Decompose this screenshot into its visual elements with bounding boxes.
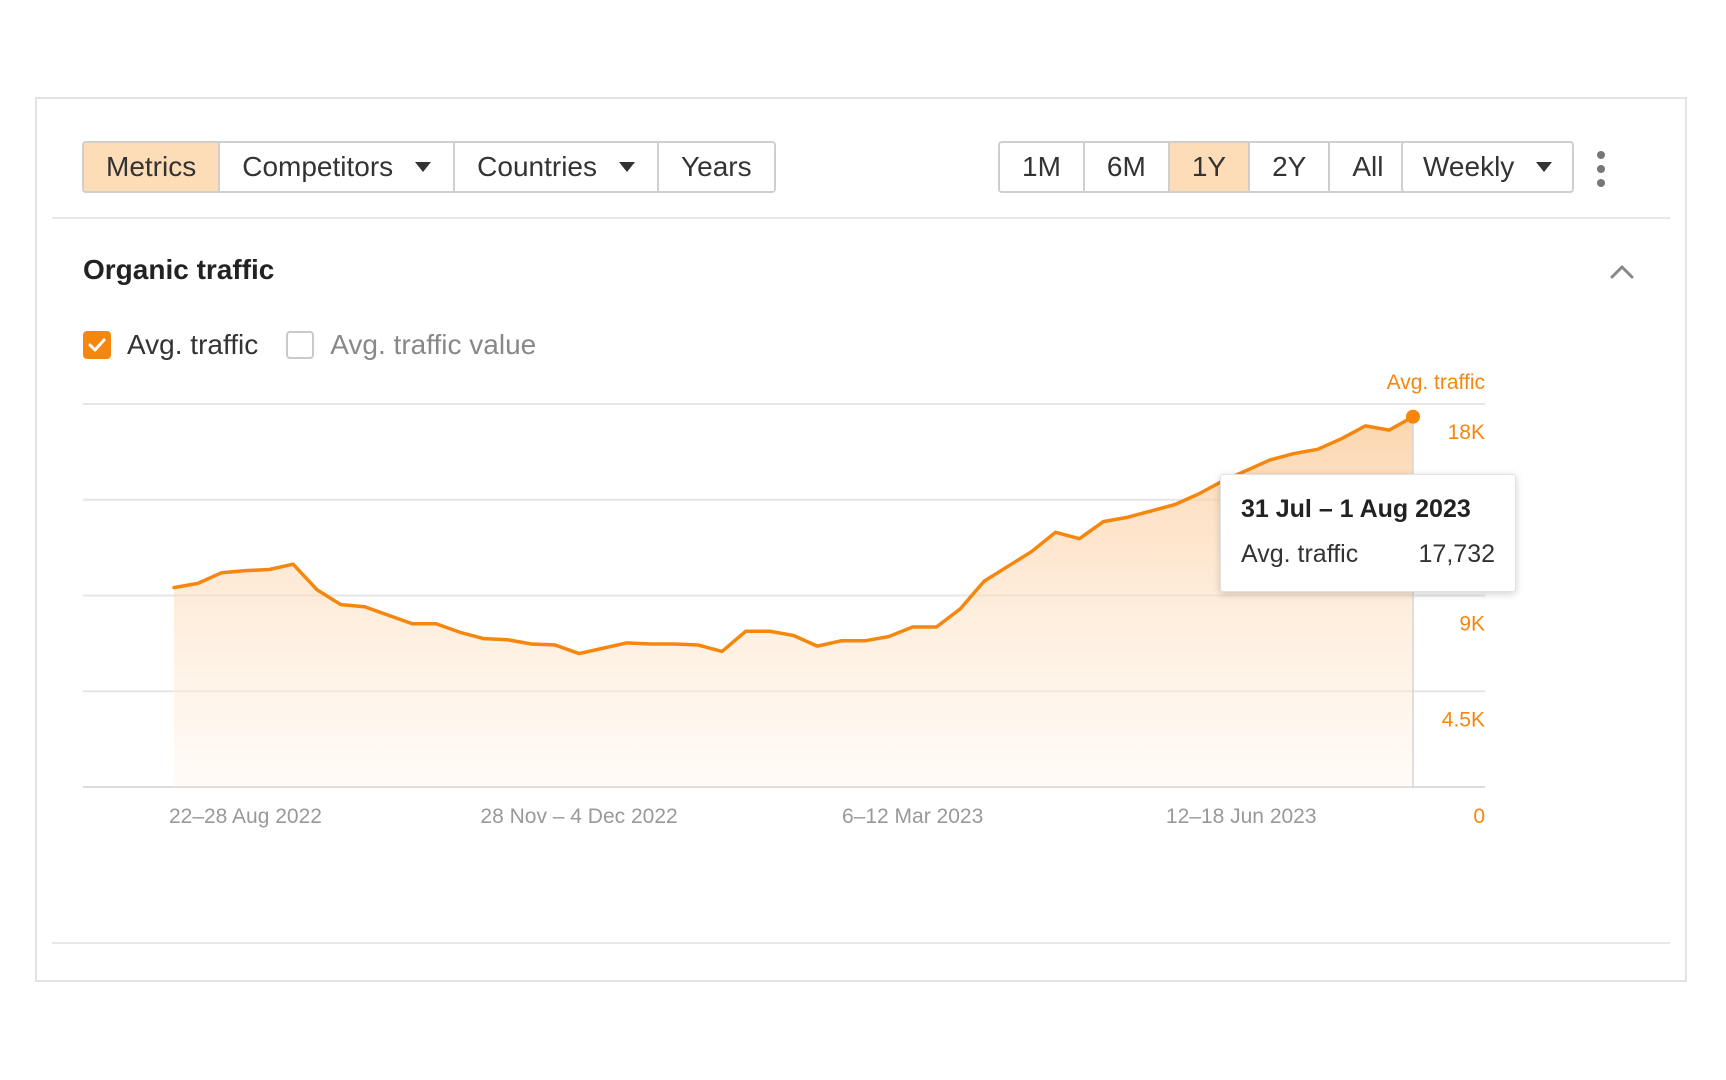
y-tick-label: 4.5K <box>1442 708 1485 731</box>
tooltip-row: Avg. traffic 17,732 <box>1241 540 1495 569</box>
toolbar: Metrics Competitors Countries Years 1M 6M 1Y 2… <box>52 99 1670 219</box>
range-label: All <box>1352 151 1384 182</box>
tab-label: Metrics <box>106 151 197 182</box>
chart-tooltip: 31 Jul – 1 Aug 2023 Avg. traffic 17,732 <box>1220 474 1516 592</box>
hover-point[interactable] <box>1406 409 1420 424</box>
chevron-down-icon <box>619 162 636 172</box>
time-range-selector: 1M 6M 1Y 2Y All <box>998 141 1408 193</box>
tab-metrics[interactable]: Metrics <box>84 143 221 191</box>
chevron-down-icon <box>415 162 432 172</box>
section-title: Organic traffic <box>83 254 275 285</box>
series-area <box>174 416 1413 787</box>
divider <box>52 942 1670 944</box>
x-tick-label: 22–28 Aug 2022 <box>169 805 322 828</box>
range-6m[interactable]: 6M <box>1084 143 1170 191</box>
range-label: 2Y <box>1272 151 1307 182</box>
checkmark-icon <box>88 338 106 352</box>
x-tick-label: 28 Nov – 4 Dec 2022 <box>480 805 677 828</box>
tab-label: Countries <box>477 151 598 182</box>
chevron-down-icon <box>1536 162 1553 172</box>
tab-label: Years <box>681 151 752 182</box>
y-axis-series-label: Avg. traffic <box>1387 371 1485 394</box>
chevron-up-icon[interactable] <box>1609 259 1635 285</box>
series-legend: Avg. traffic Avg. traffic value <box>83 329 536 361</box>
tab-years[interactable]: Years <box>659 143 774 191</box>
range-1y[interactable]: 1Y <box>1169 143 1251 191</box>
range-2y[interactable]: 2Y <box>1250 143 1331 191</box>
view-tabs: Metrics Competitors Countries Years <box>82 141 776 193</box>
range-label: 1M <box>1022 151 1061 182</box>
range-1m[interactable]: 1M <box>1000 143 1085 191</box>
range-label: 6M <box>1106 151 1146 182</box>
x-tick-label: 6–12 Mar 2023 <box>842 805 983 828</box>
avg-traffic-value-checkbox[interactable] <box>286 331 315 359</box>
interval-dropdown[interactable]: Weekly <box>1401 141 1575 193</box>
tab-countries[interactable]: Countries <box>455 143 660 191</box>
y-tick-label: 0 <box>1473 805 1485 828</box>
y-tick-label: 9K <box>1459 613 1485 636</box>
tab-label: Competitors <box>242 151 394 182</box>
interval-label: Weekly <box>1423 151 1515 182</box>
organic-traffic-card: Metrics Competitors Countries Years 1M 6M 1Y 2… <box>35 97 1687 982</box>
range-all[interactable]: All <box>1330 143 1406 191</box>
y-tick-label: 18K <box>1448 421 1485 444</box>
avg-traffic-label[interactable]: Avg. traffic <box>127 329 258 361</box>
tab-competitors[interactable]: Competitors <box>220 143 456 191</box>
tooltip-title: 31 Jul – 1 Aug 2023 <box>1241 495 1471 523</box>
tooltip-value: 17,732 <box>1418 540 1495 568</box>
x-tick-label: 12–18 Jun 2023 <box>1166 805 1317 828</box>
range-label: 1Y <box>1191 151 1227 182</box>
avg-traffic-checkbox[interactable] <box>83 331 111 359</box>
more-options-icon[interactable] <box>1589 151 1613 187</box>
avg-traffic-value-label[interactable]: Avg. traffic value <box>330 329 536 361</box>
tooltip-label: Avg. traffic <box>1241 540 1359 568</box>
